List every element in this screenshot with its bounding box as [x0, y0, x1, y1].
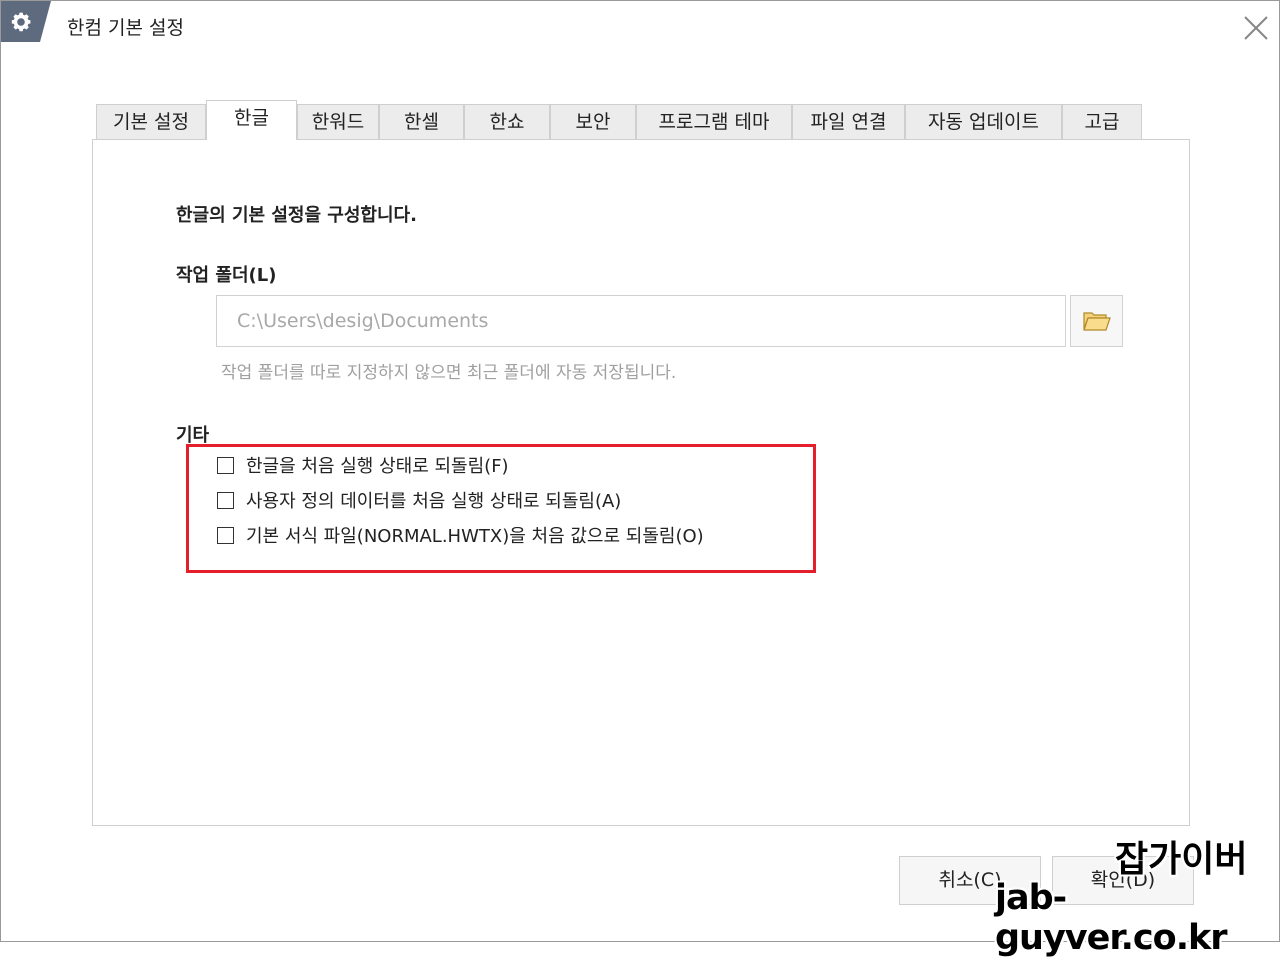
tab-hanword[interactable]: 한워드: [297, 104, 379, 139]
watermark-title: 잡가이버: [1115, 839, 1248, 880]
panel-description: 한글의 기본 설정을 구성합니다.: [176, 205, 417, 226]
close-button[interactable]: [1239, 11, 1273, 45]
browse-folder-button[interactable]: [1070, 295, 1123, 347]
tab-hangul[interactable]: 한글: [206, 100, 297, 140]
watermark-url: jab-guyver.co.kr: [995, 878, 1228, 958]
work-folder-input[interactable]: C:\Users\desig\Documents: [216, 295, 1066, 347]
folder-open-icon: [1083, 312, 1111, 331]
tab-hancell[interactable]: 한셀: [379, 104, 464, 139]
gear-icon: [1, 1, 51, 42]
work-folder-hint: 작업 폴더를 따로 지정하지 않으면 최근 폴더에 자동 저장됩니다.: [221, 363, 677, 383]
highlight-box: [186, 444, 816, 573]
tab-basic-settings[interactable]: 기본 설정: [96, 104, 206, 139]
tab-program-theme[interactable]: 프로그램 테마: [636, 104, 792, 139]
settings-dialog: 한컴 기본 설정 기본 설정 한글 한워드 한셀 한쇼 보안 프로그램 테마 파…: [0, 0, 1280, 942]
tab-security[interactable]: 보안: [550, 104, 636, 139]
tab-file-association[interactable]: 파일 연결: [792, 104, 905, 139]
tab-advanced[interactable]: 고급: [1062, 104, 1142, 139]
tab-hanshow[interactable]: 한쇼: [464, 104, 550, 139]
work-folder-label: 작업 폴더(L): [176, 265, 277, 286]
tab-auto-update[interactable]: 자동 업데이트: [905, 104, 1062, 139]
close-icon: [1244, 16, 1268, 40]
window-title: 한컴 기본 설정: [67, 17, 184, 39]
